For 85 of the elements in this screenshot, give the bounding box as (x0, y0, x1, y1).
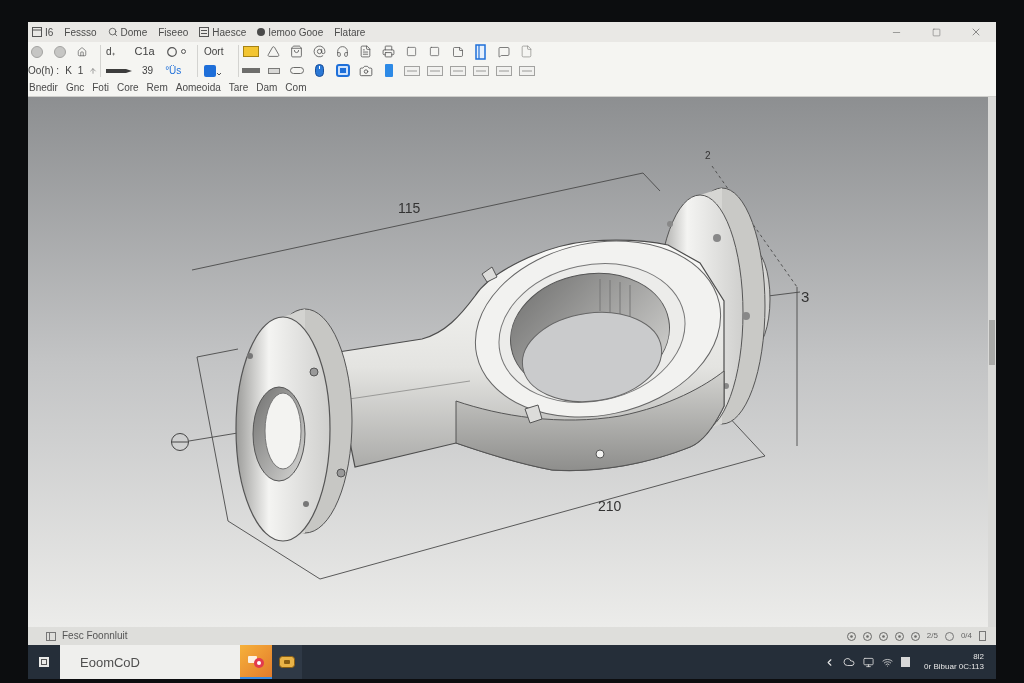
toolbar-button[interactable]: d₊ (106, 46, 115, 57)
rounded-rectangle-icon[interactable] (289, 67, 304, 74)
taskbar-app-button[interactable] (272, 645, 302, 679)
window-icon (32, 27, 42, 37)
clock-time: 8l2 (973, 653, 984, 661)
clock-date: 0r Bibuar 0C:113 (924, 663, 984, 671)
circle-icon[interactable] (166, 46, 177, 57)
cloud-icon[interactable] (843, 656, 856, 668)
taskbar-app-button[interactable] (240, 645, 272, 679)
toolbar-button[interactable]: C1a (134, 46, 155, 57)
at-sign-icon[interactable] (313, 45, 326, 58)
toolbar-button[interactable]: Oort (204, 46, 224, 57)
dimension-label: 210 (598, 498, 622, 514)
close-icon (970, 26, 982, 38)
menu-item[interactable]: Flatare (334, 24, 366, 40)
window-icon (39, 657, 49, 667)
camera-icon[interactable] (358, 63, 373, 78)
ribbon-tab[interactable]: Dam (256, 83, 278, 93)
search-icon (107, 27, 118, 37)
toolbar-button[interactable]: °Üs (165, 65, 182, 76)
menu-item[interactable]: Fessso (64, 24, 97, 40)
menu-item[interactable]: Fiseeo (158, 24, 189, 40)
menu-item[interactable]: Dome (120, 24, 148, 40)
wifi-icon[interactable] (882, 656, 894, 668)
tile-icon[interactable] (472, 65, 489, 76)
panel-icon[interactable] (475, 43, 486, 60)
search-field[interactable]: EoomCoD (60, 645, 240, 679)
panel-icon (46, 631, 56, 641)
ribbon-tab[interactable]: Tare (228, 83, 249, 93)
bar-icon[interactable] (241, 68, 260, 73)
page-icon[interactable] (520, 45, 533, 58)
disc-icon (257, 28, 266, 36)
home-icon[interactable] (77, 46, 87, 57)
bar-icon[interactable] (267, 67, 280, 74)
toolbar-button[interactable]: 1 (77, 65, 84, 76)
square-icon[interactable] (335, 64, 350, 77)
ribbon-tab[interactable]: Foti (92, 83, 109, 93)
app-logo-icon (279, 656, 295, 668)
dot-icon[interactable] (180, 49, 186, 54)
toolbar-button[interactable]: K (65, 65, 72, 76)
list-icon (199, 27, 210, 37)
menu-item[interactable]: Iemoo Gooe (268, 24, 324, 40)
ribbon-tab[interactable]: Core (116, 83, 139, 93)
note-icon[interactable] (451, 45, 464, 58)
ribbon-tab[interactable]: Com (285, 83, 307, 93)
maximize-icon (931, 27, 941, 37)
scrollbar-thumb[interactable] (989, 320, 995, 365)
monitor-icon[interactable] (863, 656, 875, 668)
rectangle-icon[interactable] (979, 631, 986, 641)
tile-icon[interactable] (518, 65, 535, 76)
status-text: Fesc Foonnluit (62, 631, 128, 641)
menu-item[interactable]: I6 (45, 24, 54, 40)
tile-icon[interactable] (449, 65, 466, 76)
printer-icon[interactable] (382, 45, 395, 58)
tile-icon[interactable] (403, 65, 420, 76)
message-icon[interactable] (497, 45, 510, 58)
toolbar-button[interactable]: 39 (142, 65, 154, 76)
ribbon-tab[interactable]: Rem (146, 83, 168, 93)
ribbon-tab[interactable]: Aomeoida (175, 83, 221, 93)
tile-icon[interactable] (495, 65, 512, 76)
document-icon[interactable] (359, 45, 372, 58)
triangle-icon[interactable] (267, 45, 280, 58)
app-logo-icon (247, 653, 265, 669)
bag-icon[interactable] (290, 45, 303, 58)
ribbon-tab[interactable]: Gnc (65, 83, 85, 93)
tile-icon[interactable] (426, 65, 443, 76)
view-counter: 0/4 (960, 632, 972, 640)
square-icon[interactable] (204, 64, 221, 77)
pen-icon[interactable] (106, 67, 132, 74)
rectangle-icon[interactable] (242, 46, 259, 57)
ribbon-tab[interactable]: Bnedir (29, 83, 58, 93)
headphones-icon[interactable] (336, 45, 349, 58)
dimension-label: 3 (801, 288, 810, 305)
arrow-up-icon[interactable] (89, 66, 98, 75)
mouse-icon[interactable] (315, 64, 324, 77)
dimension-label: 115 (398, 200, 421, 216)
extension-line (642, 172, 661, 192)
dimension-label: 2 (705, 150, 711, 161)
scrollbar-track[interactable] (988, 97, 996, 627)
square-icon[interactable] (901, 657, 911, 667)
toolbar-label: Oo(h) : (28, 65, 60, 76)
datum-symbol-icon (171, 433, 189, 451)
rectangle-icon[interactable] (384, 64, 393, 77)
menu-item[interactable]: Haesce (212, 24, 247, 40)
view-counter: 2/5 (926, 632, 938, 640)
